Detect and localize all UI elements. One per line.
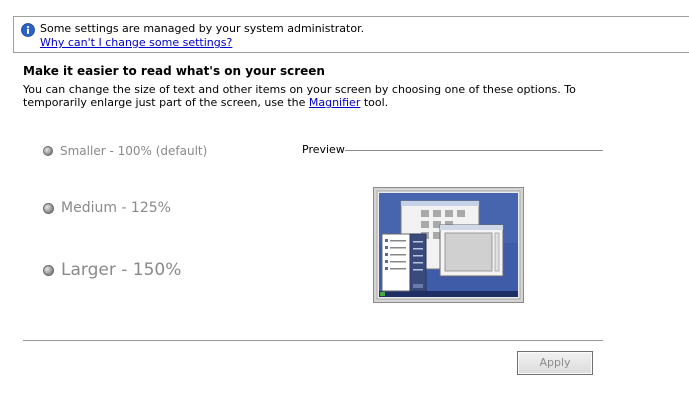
- option-medium-label: Medium - 125%: [61, 200, 171, 216]
- option-larger-label: Larger - 150%: [61, 260, 182, 280]
- why-cant-change-link[interactable]: Why can't I change some settings?: [40, 36, 232, 49]
- admin-info-bar: Some settings are managed by your system…: [13, 16, 689, 53]
- radio-button-medium[interactable]: [43, 202, 54, 214]
- preview-label: Preview: [302, 143, 345, 156]
- radio-button-larger[interactable]: [43, 264, 54, 276]
- option-smaller[interactable]: Smaller - 100% (default): [43, 144, 207, 158]
- info-icon: [21, 23, 35, 37]
- option-medium[interactable]: Medium - 125%: [43, 200, 171, 216]
- page-description: You can change the size of text and othe…: [23, 83, 583, 109]
- preview-group-line: [345, 150, 603, 151]
- apply-button[interactable]: Apply: [517, 351, 593, 375]
- bottom-divider: [23, 340, 603, 341]
- option-larger[interactable]: Larger - 150%: [43, 260, 181, 280]
- magnifier-link[interactable]: Magnifier: [309, 96, 360, 109]
- preview-image: [373, 187, 524, 303]
- page-title: Make it easier to read what's on your sc…: [23, 64, 325, 78]
- admin-message: Some settings are managed by your system…: [40, 22, 365, 35]
- description-text: You can change the size of text and othe…: [23, 83, 576, 109]
- description-text-end: tool.: [360, 96, 389, 109]
- radio-button-smaller[interactable]: [43, 146, 53, 156]
- option-smaller-label: Smaller - 100% (default): [60, 144, 208, 158]
